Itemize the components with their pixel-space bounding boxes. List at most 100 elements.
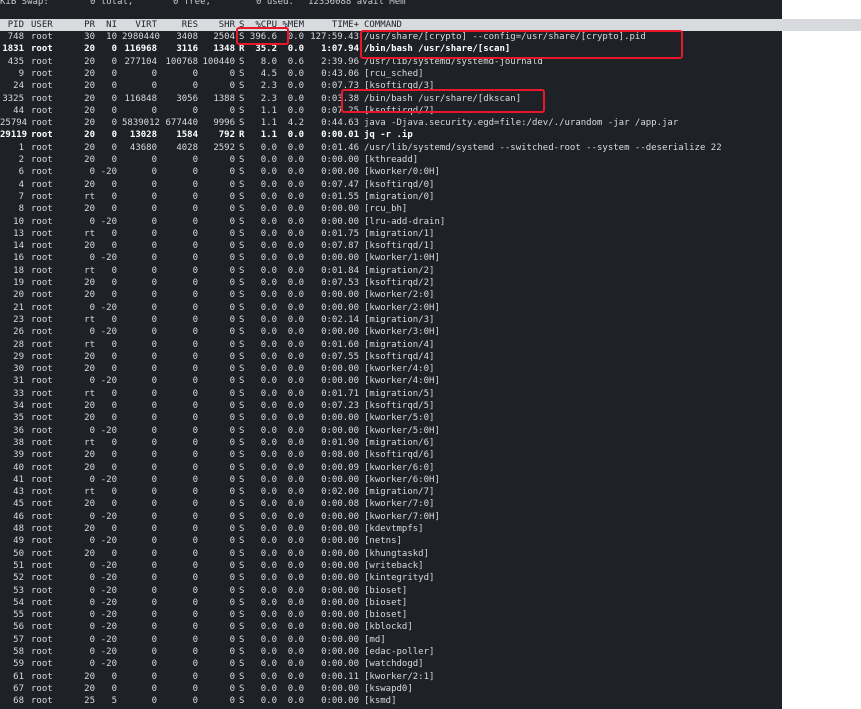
res-cell: 0 (192, 499, 198, 510)
res-cell: 0 (192, 683, 198, 694)
priority-cell: 20 (84, 548, 95, 559)
command-cell: /bin/bash /usr/share/[dkscan] (364, 93, 522, 104)
mem-cell: 0.0 (287, 401, 304, 411)
nice-cell: -20 (100, 610, 117, 621)
header-res[interactable]: RES (158, 19, 198, 31)
mem-cell: 0.0 (287, 265, 304, 276)
nice-cell: 0 (111, 548, 117, 559)
nice-cell: 0 (111, 499, 117, 510)
shr-cell: 0 (229, 401, 235, 411)
res-cell: 0 (192, 179, 198, 190)
res-cell: 0 (192, 511, 198, 522)
header-state[interactable]: S (239, 19, 244, 31)
swap-free: 0 free, (173, 0, 211, 7)
time-cell: 127:59.43 (310, 32, 359, 42)
pid-cell: 39 (13, 450, 24, 461)
state-cell: S (239, 314, 245, 325)
res-cell: 0 (192, 450, 198, 461)
command-cell: [kworker/3:0H] (364, 327, 440, 338)
command-cell: [migration/7] (364, 487, 435, 498)
pid-cell: 748 (7, 32, 24, 42)
header-shr[interactable]: SHR (200, 19, 235, 31)
cpu-cell: 0.0 (260, 659, 277, 670)
swap-used: 0 used. (256, 0, 294, 7)
command-cell: /usr/lib/systemd/systemd --switched-root… (364, 142, 722, 153)
priority-cell: rt (84, 437, 95, 448)
state-cell: S (239, 81, 245, 92)
mem-cell: 0.0 (287, 339, 304, 350)
pid-cell: 68 (13, 696, 24, 707)
pid-cell: 24 (13, 81, 24, 92)
nice-cell: 0 (111, 413, 117, 424)
header-time[interactable]: TIME+ (305, 19, 359, 31)
shr-cell: 792 (218, 130, 235, 141)
user-cell: root (31, 659, 53, 670)
command-cell: [bioset] (364, 597, 408, 608)
nice-cell: 0 (111, 401, 117, 411)
res-cell: 0 (192, 401, 198, 411)
header-virt[interactable]: VIRT (122, 19, 157, 31)
header-cpu[interactable]: %CPU (247, 19, 277, 31)
priority-cell: 20 (84, 204, 95, 215)
user-cell: root (31, 290, 53, 301)
cpu-cell: 1.1 (260, 130, 277, 141)
time-cell: 0:01.71 (321, 388, 359, 399)
state-cell: S (239, 548, 245, 559)
res-cell: 0 (192, 191, 198, 202)
user-cell: root (31, 167, 53, 178)
time-cell: 0:00.11 (321, 671, 359, 682)
priority-cell: 20 (84, 68, 95, 79)
state-cell: S (239, 597, 245, 608)
res-cell: 677440 (165, 118, 198, 129)
state-cell: S (239, 671, 245, 682)
state-cell: S (239, 290, 245, 301)
user-cell: root (31, 228, 53, 239)
header-pr[interactable]: PR (78, 19, 95, 31)
user-cell: root (31, 425, 53, 436)
shr-cell: 0 (229, 327, 235, 338)
cpu-cell: 2.3 (260, 93, 277, 104)
header-command[interactable]: COMMAND (364, 19, 402, 31)
nice-cell: 0 (111, 142, 117, 153)
res-cell: 3116 (176, 44, 198, 55)
res-cell: 0 (192, 671, 198, 682)
command-cell: [md] (364, 634, 386, 645)
res-cell: 0 (192, 634, 198, 645)
res-cell: 0 (192, 265, 198, 276)
priority-cell: 0 (89, 560, 95, 571)
command-cell: [ksoftirqd/3] (364, 81, 435, 92)
virt-cell: 0 (151, 241, 157, 252)
pid-cell: 29119 (0, 130, 28, 141)
virt-cell: 0 (151, 339, 157, 350)
virt-cell: 0 (151, 474, 157, 485)
state-cell: S (239, 585, 245, 596)
time-cell: 0:00.00 (321, 204, 359, 215)
header-user[interactable]: USER (31, 19, 53, 31)
nice-cell: -20 (100, 425, 117, 436)
state-cell: S (239, 93, 245, 104)
shr-cell: 0 (229, 155, 235, 165)
header-pid[interactable]: PID (0, 19, 24, 31)
mem-cell: 0.0 (287, 68, 304, 79)
terminal-window[interactable]: KiB Swap: 0 total, 0 free, 0 used. 12356… (0, 0, 861, 709)
shr-cell: 0 (229, 314, 235, 325)
time-cell: 0:00.00 (321, 216, 359, 227)
pid-cell: 45 (13, 499, 24, 510)
mem-cell: 0.0 (287, 32, 304, 42)
mem-cell: 0.0 (287, 659, 304, 670)
user-cell: root (31, 179, 53, 190)
pid-cell: 10 (13, 216, 24, 227)
state-cell: S (239, 216, 245, 227)
mem-cell: 0.0 (287, 647, 304, 657)
mem-cell: 0.0 (287, 216, 304, 227)
res-cell: 0 (192, 524, 198, 534)
cpu-cell: 0.0 (260, 364, 277, 375)
header-mem[interactable]: %MEM (278, 19, 304, 31)
res-cell: 0 (192, 413, 198, 424)
res-cell: 0 (192, 560, 198, 571)
nice-cell: 0 (111, 524, 117, 534)
res-cell: 0 (192, 204, 198, 215)
cpu-cell: 8.0 (260, 56, 277, 67)
header-ni[interactable]: NI (100, 19, 117, 31)
shr-cell: 0 (229, 610, 235, 621)
